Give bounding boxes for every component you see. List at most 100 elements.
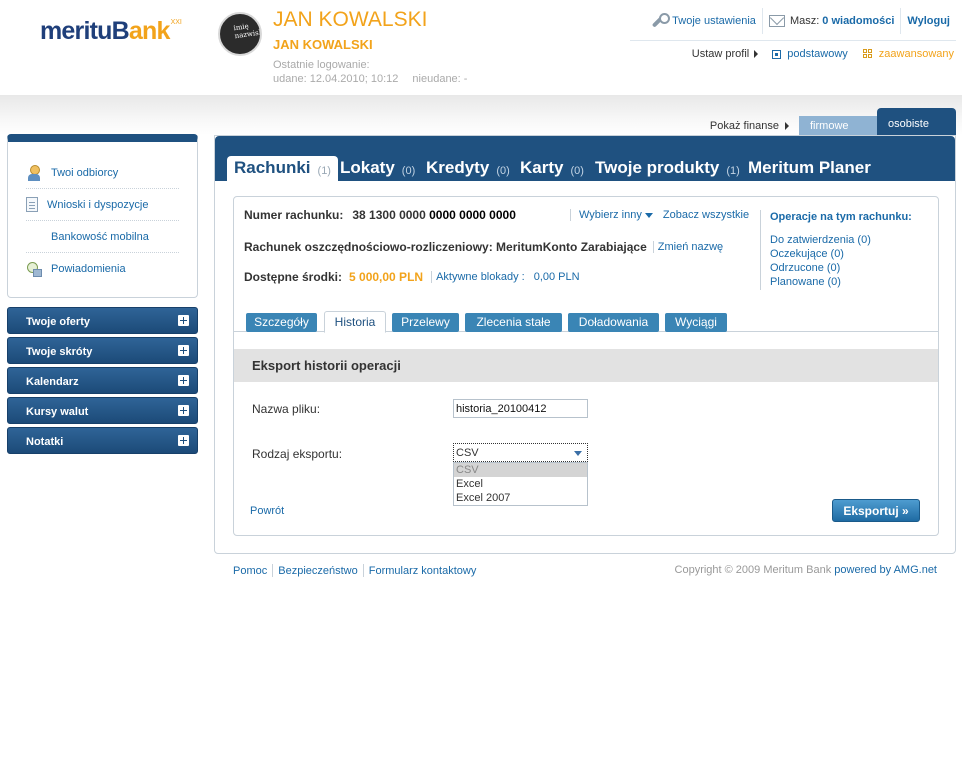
plus-icon[interactable] [178,375,189,386]
sidebar-item-requests[interactable]: Wnioski i dyspozycje [26,189,179,221]
sidebar-item-label[interactable]: Bankowość mobilna [51,231,149,243]
last-login-info: Ostatnie logowanie: udane: 12.04.2010; 1… [273,58,467,86]
sidebar-item-label[interactable]: Wnioski i dyspozycje [47,199,148,211]
tab-label: Karty [520,158,564,177]
profile-basic-link[interactable]: podstawowy [787,48,848,60]
sidebar-item-recipients[interactable]: Twoi odbiorcy [26,157,179,189]
sidebar-section-calendar[interactable]: Kalendarz [7,367,198,394]
export-button[interactable]: Eksportuj » [832,499,920,522]
export-section-title: Eksport historii operacji [234,349,938,382]
section-label: Kalendarz [26,376,79,388]
envelope-icon [768,15,785,27]
active-blocks-link[interactable]: Aktywne blokady : [436,271,525,283]
tab-osobiste[interactable]: osobiste [877,108,956,136]
phone-icon [26,229,42,245]
sidebar-item-notifications[interactable]: Powiadomienia [26,253,179,285]
tab-count: (1) [726,165,740,177]
chevron-down-icon[interactable] [644,212,653,218]
export-type-label: Rodzaj eksportu: [252,447,343,461]
inbox-count[interactable]: 0 wiadomości [822,15,894,27]
plus-icon[interactable] [178,435,189,446]
tab-planner[interactable]: Meritum Planer [748,156,871,181]
tab-count: (0) [496,165,510,177]
tab-cards[interactable]: Karty (0) [520,156,584,181]
help-link[interactable]: Pomoc [233,565,267,577]
option-excel[interactable]: Excel [454,477,587,491]
user-subname: JAN KOWALSKI [273,37,373,52]
tab-count: (0) [401,165,416,177]
tab-history[interactable]: Historia [324,311,386,333]
file-name-input[interactable] [453,399,588,418]
active-blocks-value[interactable]: 0,00 PLN [534,271,580,283]
settings-label[interactable]: Twoje ustawienia [672,15,756,27]
finance-label: Pokaż finanse [709,120,779,132]
tab-label: Twoje produkty [595,158,720,177]
account-number-row: Numer rachunku: 38 1300 0000 0000 0000 0… [244,208,516,222]
option-csv[interactable]: CSV [454,463,587,477]
logout-link[interactable]: Wyloguj [907,15,950,27]
product-tabs: Rachunki (1) Lokaty (0) Kredyty (0) Karty (0… [215,136,955,181]
profile-advanced-link[interactable]: zaawansowany [879,48,954,60]
basic-profile-icon [772,49,782,59]
powered-by-link[interactable]: powered by AMG.net [834,564,937,576]
person-icon [26,164,42,181]
avatar[interactable]: imię nazwisko [218,12,262,56]
tab-firmowe[interactable]: firmowe [799,116,877,136]
operations-waiting[interactable]: Oczekujące (0) [770,247,912,261]
arrow-right-icon [785,122,789,130]
see-all-accounts-link[interactable]: Zobacz wszystkie [663,209,749,221]
last-login-label: Ostatnie logowanie: [273,59,370,71]
tab-accounts[interactable]: Rachunki (1) [227,156,338,181]
sidebar-item-mobile[interactable]: Bankowość mobilna [26,221,179,253]
section-label: Kursy walut [26,406,89,418]
inbox-link[interactable]: Masz: 0 wiadomości [763,8,900,34]
profile-switcher: Ustaw profil podstawowy zaawansowany [692,48,954,60]
sidebar-section-exchange-rates[interactable]: Kursy walut [7,397,198,424]
top-links: Twoje ustawienia Masz: 0 wiadomości Wylo… [643,8,956,34]
file-name-label: Nazwa pliku: [252,402,321,416]
export-type-select[interactable]: CSV [453,443,588,462]
finance-switch: Pokaż finanse firmowe osobiste [710,108,956,136]
footer-links: Pomoc Bezpieczeństwo Formularz kontaktow… [233,564,476,577]
tab-transfers[interactable]: Przelewy [392,313,459,332]
plus-icon[interactable] [178,405,189,416]
sidebar-item-label[interactable]: Twoi odbiorcy [51,167,118,179]
tab-standing-orders[interactable]: Zlecenia stałe [465,313,562,332]
sidebar-section-notes[interactable]: Notatki [7,427,198,454]
operations-rejected[interactable]: Odrzucone (0) [770,261,912,275]
tab-details[interactable]: Szczegóły [246,313,317,332]
last-login-success: udane: 12.04.2010; 10:12 [273,73,399,85]
plus-icon[interactable] [178,345,189,356]
export-type-selected: CSV [456,447,479,459]
bank-logo[interactable]: merituBank XXI [40,17,182,47]
choose-other-account-link[interactable]: Wybierz inny [579,209,642,221]
tab-topups[interactable]: Doładowania [568,313,659,332]
tab-deposits[interactable]: Lokaty (0) [340,156,415,181]
security-link[interactable]: Bezpieczeństwo [278,565,358,577]
tab-statements[interactable]: Wyciągi [665,313,727,332]
contact-form-link[interactable]: Formularz kontaktowy [369,565,477,577]
back-link[interactable]: Powrót [250,505,284,517]
settings-link[interactable]: Twoje ustawienia [643,8,762,34]
tab-products[interactable]: Twoje produkty (1) [595,156,740,181]
option-excel-2007[interactable]: Excel 2007 [454,491,587,505]
chevron-down-icon[interactable] [574,451,582,456]
sidebar-item-label[interactable]: Powiadomienia [51,263,126,275]
operations-pending-approval[interactable]: Do zatwierdzenia (0) [770,233,912,247]
sidebar-section-offers[interactable]: Twoje oferty [7,307,198,334]
export-form: Nazwa pliku: Rodzaj eksportu: CSV CSV Ex… [234,382,938,506]
funds-value: 5 000,00 PLN [349,270,424,284]
tab-loans[interactable]: Kredyty (0) [426,156,510,181]
footer-copyright: Copyright © 2009 Meritum Bank powered by… [675,564,937,576]
plus-icon[interactable] [178,315,189,326]
main-panel: Rachunki (1) Lokaty (0) Kredyty (0) Karty (0… [214,135,956,554]
account-operations: Operacje na tym rachunku: Do zatwierdzen… [760,210,912,290]
operations-title: Operacje na tym rachunku: [770,211,912,223]
operations-planned[interactable]: Planowane (0) [770,275,912,289]
copyright-text: Copyright © 2009 Meritum Bank [674,564,832,576]
advanced-profile-icon [862,49,873,59]
logo-superscript: XXI [170,19,182,26]
rename-account-link[interactable]: Zmień nazwę [658,241,723,253]
sidebar-section-shortcuts[interactable]: Twoje skróty [7,337,198,364]
user-name: JAN KOWALSKI [273,8,428,31]
